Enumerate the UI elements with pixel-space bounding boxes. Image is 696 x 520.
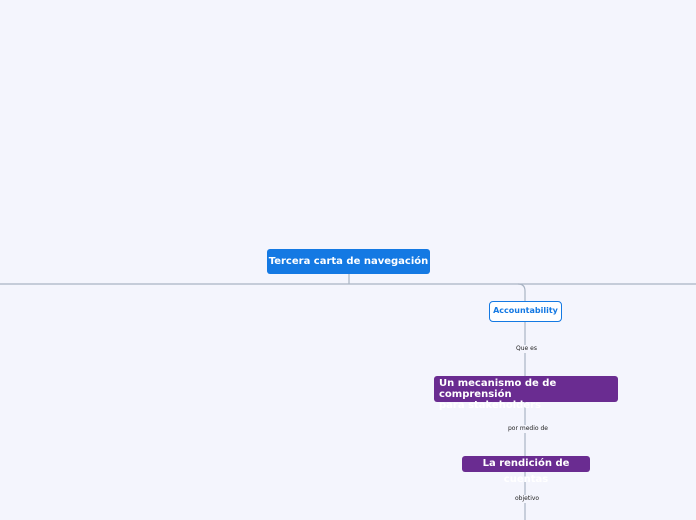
branch-to-accountability xyxy=(517,283,526,301)
mind-map-canvas: Tercera carta de navegación Accountabili… xyxy=(0,0,696,520)
link-label-que-es: Que es xyxy=(514,345,539,353)
link-label-por-medio-de: por medio de xyxy=(506,425,550,433)
topic-node-accountability[interactable]: Accountability xyxy=(489,301,562,322)
link-label-objetivo: objetivo xyxy=(513,495,542,503)
subtopic-node-mecanismo[interactable]: Un mecanismo de de comprensión para stak… xyxy=(434,376,618,411)
subtopic-node-rendicion[interactable]: La rendición de cuentas xyxy=(462,456,590,485)
root-node[interactable]: Tercera carta de navegación xyxy=(267,249,430,274)
